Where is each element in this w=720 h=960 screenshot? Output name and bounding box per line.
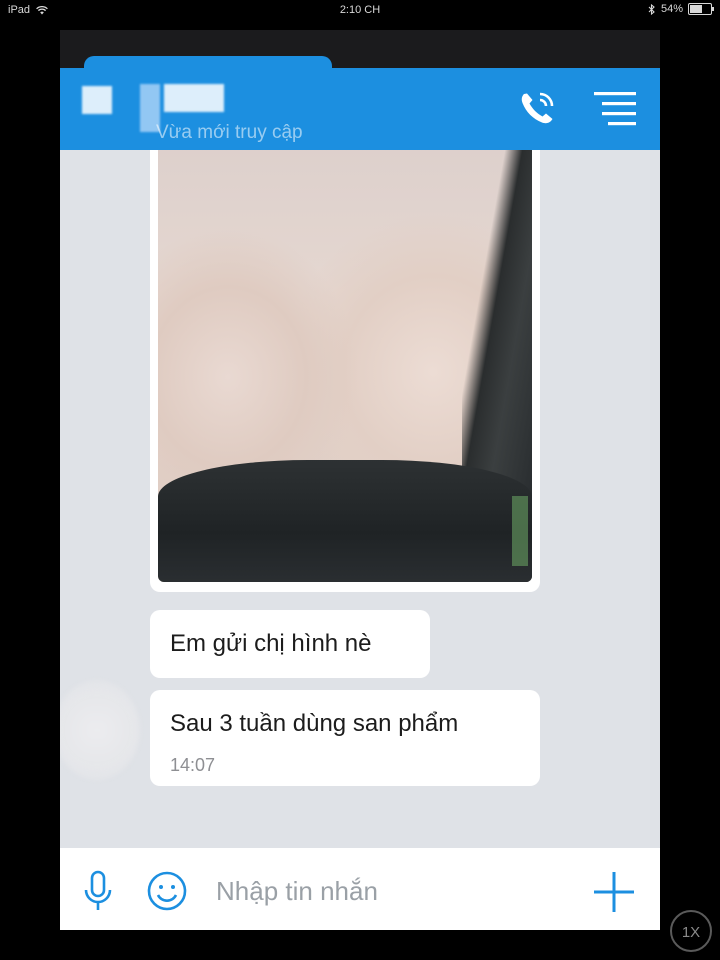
phone-icon [521,92,554,124]
battery-fill [690,5,702,13]
menu-icon [594,92,636,126]
smiley-icon [147,871,187,911]
chat-header: Vừa mới truy cập [60,68,660,150]
plus-icon [594,872,634,912]
message-list[interactable]: Em gửi chị hình nè Sau 3 tuần dùng san p… [60,150,660,848]
message-bubble[interactable]: Em gửi chị hình nè [150,610,430,678]
blurred-name [164,84,224,112]
status-time: 2:10 CH [339,4,381,16]
status-bar: iPad 2:10 CH 54% [0,0,720,22]
message-input[interactable] [216,870,546,912]
avatar[interactable] [60,680,140,780]
emoji-button[interactable] [146,870,188,912]
add-attachment-button[interactable] [592,870,636,914]
message-time: 14:07 [170,755,216,775]
chat-screen: Vừa mới truy cập Em gửi chị hình nè Sau … [60,30,660,930]
image-message[interactable] [150,150,540,592]
composer-bar [60,848,660,930]
message-text: Sau 3 tuần dùng san phẩm [170,710,459,737]
battery-icon [688,3,714,15]
message-text: Em gửi chị hình nè [170,630,372,657]
menu-button[interactable] [592,90,640,126]
shared-photo[interactable] [158,150,532,582]
presence-status: Vừa mới truy cập [156,122,303,143]
photo-background-plant [512,496,528,566]
photo-garment [158,460,532,582]
voice-button[interactable] [82,870,114,912]
call-button[interactable] [516,88,558,128]
message-bubble[interactable]: Sau 3 tuần dùng san phẩm 14:07 [150,690,540,786]
bluetooth-icon [648,3,655,15]
blurred-avatar [82,86,112,114]
speed-badge[interactable]: 1X [670,910,712,952]
battery-percent: 54% [660,3,683,15]
microphone-icon [84,870,112,910]
